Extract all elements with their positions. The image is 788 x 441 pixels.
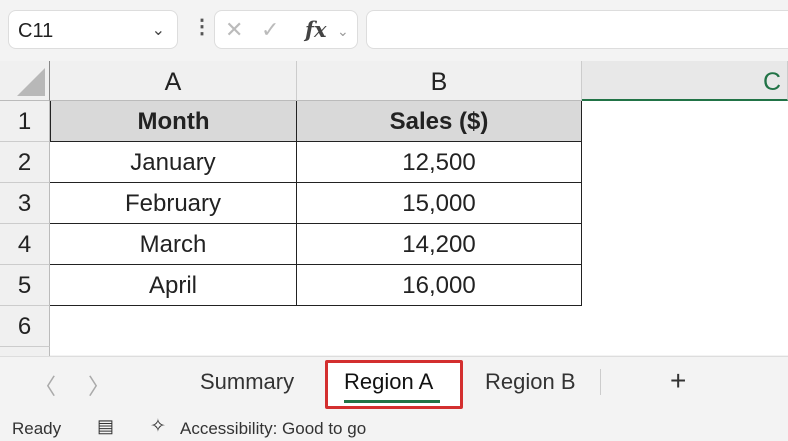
more-icon[interactable]: ⋮ <box>192 14 212 39</box>
tab-summary[interactable]: Summary <box>200 369 294 395</box>
cell-month[interactable]: January <box>50 142 297 183</box>
row-header-4[interactable]: 4 <box>0 224 50 265</box>
formula-controls: ✕ ✓ fx ⌄ <box>214 10 358 49</box>
macro-recording-icon[interactable]: ▤ <box>97 416 114 437</box>
cell-sales[interactable]: 12,500 <box>297 142 582 183</box>
formula-bar: C11 ⌄ ⋮ ✕ ✓ fx ⌄ <box>0 0 788 60</box>
active-tab-indicator <box>344 400 440 403</box>
sheet-tab-bar: 〈 〉 Summary Region A Region B + <box>0 356 788 409</box>
name-box-value: C11 <box>18 20 54 42</box>
status-ready: Ready <box>12 419 62 438</box>
tab-region-b[interactable]: Region B <box>485 369 576 395</box>
accessibility-status[interactable]: Accessibility: Good to go <box>180 419 366 439</box>
cell-month[interactable]: March <box>50 224 297 265</box>
row-header-6[interactable]: 6 <box>0 306 50 347</box>
scroll-left-icon[interactable]: 〈 <box>34 369 56 401</box>
scroll-right-icon[interactable]: 〉 <box>88 369 110 401</box>
add-sheet-button[interactable]: + <box>670 365 686 397</box>
tab-label: Region A <box>344 369 434 394</box>
column-header-b[interactable]: B <box>297 61 582 101</box>
cell-sales[interactable]: 14,200 <box>297 224 582 265</box>
row-header-2[interactable]: 2 <box>0 142 50 183</box>
cancel-icon[interactable]: ✕ <box>225 17 243 43</box>
divider <box>600 369 601 395</box>
header-cell-month[interactable]: Month <box>50 101 297 142</box>
tab-region-a[interactable]: Region A <box>325 360 463 409</box>
status-bar: Ready ▤ ✧ Accessibility: Good to go <box>0 409 788 441</box>
spreadsheet-grid: A B C 1 2 3 4 5 6 Month Sales ($) Januar… <box>0 61 788 357</box>
formula-input[interactable] <box>366 10 788 49</box>
name-box[interactable]: C11 ⌄ <box>8 10 178 49</box>
header-cell-sales[interactable]: Sales ($) <box>297 101 582 142</box>
enter-icon[interactable]: ✓ <box>261 17 279 43</box>
column-header-a[interactable]: A <box>50 61 297 101</box>
chevron-down-icon[interactable]: ⌄ <box>337 23 349 40</box>
cell-month[interactable]: April <box>50 265 297 306</box>
row-header-1[interactable]: 1 <box>0 101 50 142</box>
cell-month[interactable]: February <box>50 183 297 224</box>
row-header-5[interactable]: 5 <box>0 265 50 306</box>
insert-function-icon[interactable]: fx <box>305 17 327 42</box>
column-header-c[interactable]: C <box>582 61 788 101</box>
accessibility-icon[interactable]: ✧ <box>150 415 166 438</box>
row-header-3[interactable]: 3 <box>0 183 50 224</box>
chevron-down-icon[interactable]: ⌄ <box>152 20 165 40</box>
select-all-button[interactable] <box>0 61 50 101</box>
cell-sales[interactable]: 15,000 <box>297 183 582 224</box>
cell-sales[interactable]: 16,000 <box>297 265 582 306</box>
